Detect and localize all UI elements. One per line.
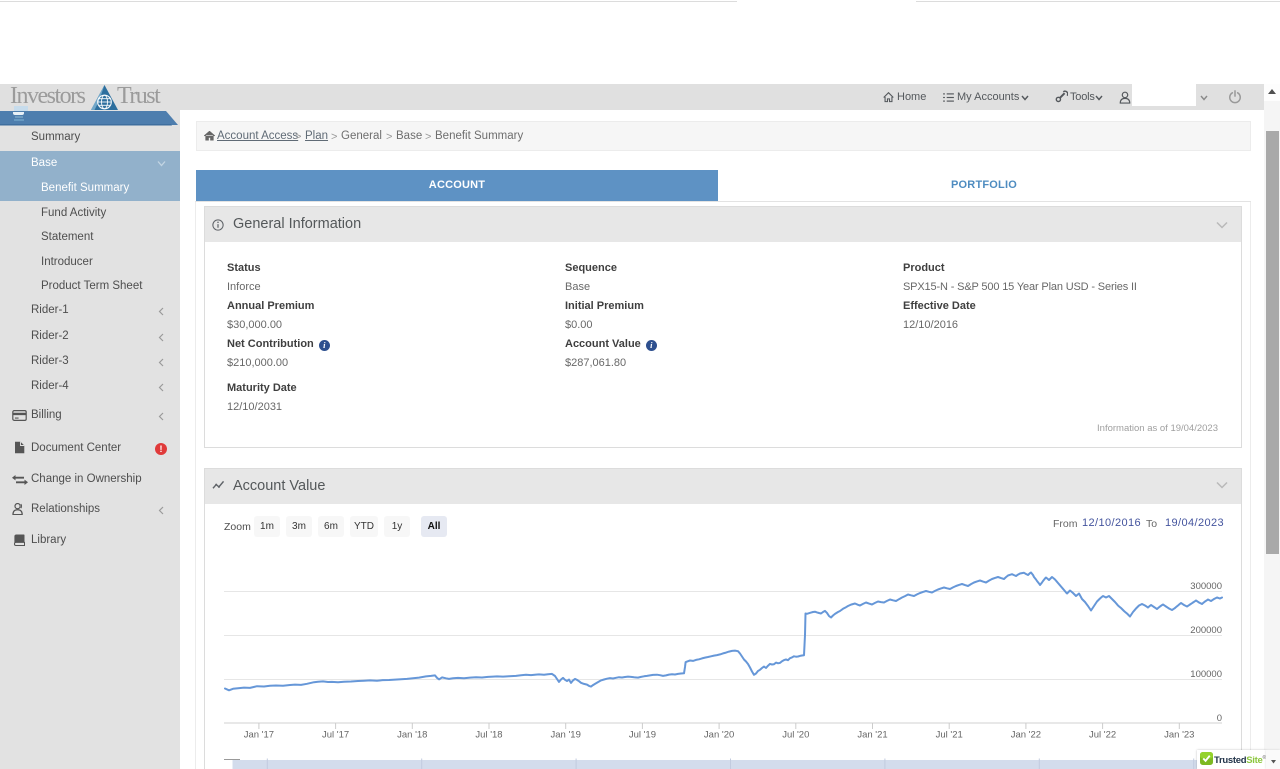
svg-text:0: 0 <box>1217 713 1222 724</box>
svg-text:Jan '17: Jan '17 <box>244 730 274 741</box>
svg-text:200000: 200000 <box>1190 625 1222 636</box>
svg-text:Jul '18: Jul '18 <box>475 730 502 741</box>
svg-text:300000: 300000 <box>1190 581 1222 592</box>
svg-text:Jul '17: Jul '17 <box>322 730 349 741</box>
svg-text:Jan '21: Jan '21 <box>857 730 887 741</box>
svg-text:Jan '18: Jan '18 <box>397 730 427 741</box>
svg-text:100000: 100000 <box>1190 669 1222 680</box>
svg-text:Jan '23: Jan '23 <box>1164 730 1194 741</box>
svg-text:Jul '21: Jul '21 <box>936 730 963 741</box>
svg-text:Jan '19: Jan '19 <box>551 730 581 741</box>
svg-text:Jan '22: Jan '22 <box>1011 730 1041 741</box>
svg-text:Jan '20: Jan '20 <box>704 730 734 741</box>
svg-text:Jul '19: Jul '19 <box>629 730 656 741</box>
svg-text:Jul '20: Jul '20 <box>782 730 809 741</box>
svg-text:Jul '22: Jul '22 <box>1089 730 1116 741</box>
